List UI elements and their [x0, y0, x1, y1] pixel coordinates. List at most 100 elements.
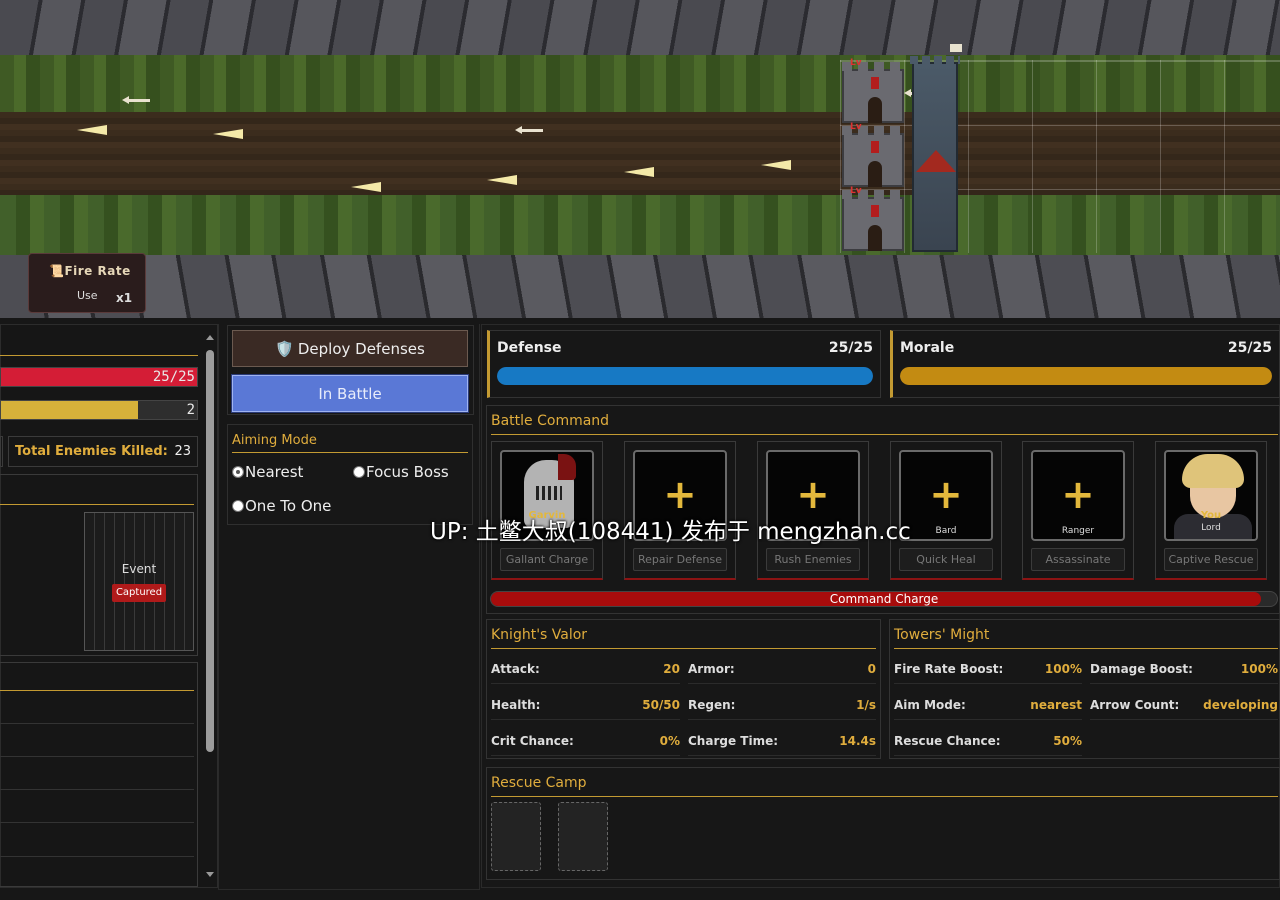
- defense-value: 25/25: [828, 340, 873, 356]
- hero-class: Bard: [935, 526, 957, 536]
- in-battle-button[interactable]: In Battle: [231, 374, 469, 413]
- health-bar: 25/25: [0, 367, 198, 387]
- morale-stat: Morale 25/25: [890, 330, 1280, 398]
- event-card-name: Event: [121, 562, 157, 576]
- divider: [0, 355, 198, 356]
- powerup-title: Fire Rate: [64, 264, 131, 278]
- castle-tower[interactable]: Lv: [842, 186, 904, 251]
- stat-charge-time: Charge Time: 14.4s: [688, 726, 876, 756]
- stat-label: Fire Rate Boost:: [894, 661, 1004, 676]
- stat-label: Attack:: [491, 661, 540, 676]
- morale-label: Morale: [900, 340, 955, 356]
- flag-icon: [950, 44, 962, 52]
- list-row-divider: [0, 822, 194, 823]
- stat-value: 1/s: [856, 697, 876, 712]
- hero-class: Ranger: [1061, 526, 1095, 536]
- shield-icon: 🛡️: [275, 339, 294, 358]
- health-bar-text: 25/25: [152, 369, 195, 385]
- watermark: UP: 土鳖大叔(108441) 发布于 mengzhan.cc: [430, 519, 911, 545]
- hero-name: You: [1200, 510, 1222, 521]
- scroll-up-icon[interactable]: [206, 335, 214, 340]
- hero-card-bard[interactable]: + Bard Quick Heal: [890, 441, 1002, 580]
- castle-tower[interactable]: Lv: [842, 122, 904, 187]
- projectile: [487, 175, 517, 185]
- radio-dot-icon: [232, 500, 244, 512]
- in-battle-label: In Battle: [318, 384, 382, 403]
- command-charge-bar: Command Charge: [490, 591, 1278, 607]
- stat-arrow-count: Arrow Count: developing: [1090, 690, 1278, 720]
- stat-rescue-chance: Rescue Chance: 50%: [894, 726, 1082, 756]
- stone-wall-top: [0, 0, 1280, 60]
- rush-enemies-button[interactable]: Rush Enemies: [766, 548, 860, 571]
- stat-attack: Attack: 20: [491, 654, 680, 684]
- enemies-killed-label: Total Enemies Killed:: [15, 444, 168, 459]
- hero-portrait: You Lord: [1164, 450, 1258, 541]
- projectile: [77, 125, 107, 135]
- stat-cell: [0, 436, 3, 467]
- projectile: [761, 160, 791, 170]
- gold-bar-fill: [1, 401, 139, 419]
- enemies-killed-stat: Total Enemies Killed: 23: [8, 436, 198, 467]
- hero-card-garvin[interactable]: Garvin Gallant Charge: [491, 441, 603, 580]
- divider: [491, 648, 876, 649]
- stat-label: Crit Chance:: [491, 733, 574, 748]
- radio-dot-icon: [232, 466, 244, 478]
- deploy-defenses-button[interactable]: 🛡️ Deploy Defenses: [232, 330, 468, 367]
- list-row-divider: [0, 789, 194, 790]
- powerup-count: x1: [116, 291, 133, 305]
- battle-command-title: Battle Command: [491, 413, 610, 429]
- gold-bar: 2: [0, 400, 198, 420]
- defense-bar-fill: [497, 367, 873, 385]
- stat-fire-rate-boost: Fire Rate Boost: 100%: [894, 654, 1082, 684]
- scrollbar-thumb[interactable]: [206, 350, 214, 752]
- stat-value: 0: [867, 661, 876, 676]
- rescue-slot[interactable]: [558, 802, 608, 871]
- stat-label: Charge Time:: [688, 733, 779, 748]
- fire-rate-powerup[interactable]: 📜Fire Rate Use x1: [28, 253, 146, 313]
- radio-one-to-one[interactable]: One To One: [232, 497, 331, 515]
- captive-rescue-button[interactable]: Captive Rescue: [1164, 548, 1258, 571]
- stat-armor: Armor: 0: [688, 654, 876, 684]
- rescue-slot[interactable]: [491, 802, 541, 871]
- stat-value: 50%: [1053, 733, 1082, 748]
- list-row-divider: [0, 756, 194, 757]
- gallant-charge-button[interactable]: Gallant Charge: [500, 548, 594, 571]
- status-badge: Captured: [112, 584, 166, 602]
- deploy-defenses-label: Deploy Defenses: [297, 339, 425, 358]
- assassinate-button[interactable]: Assassinate: [1031, 548, 1125, 571]
- hero-portrait: + Bard: [899, 450, 993, 541]
- list-row-divider: [0, 856, 194, 857]
- quick-heal-button[interactable]: Quick Heal: [899, 548, 993, 571]
- enemies-killed-value: 23: [174, 444, 191, 459]
- stat-label: Aim Mode:: [894, 697, 966, 712]
- divider: [491, 434, 1278, 435]
- plus-icon: +: [1061, 472, 1095, 518]
- stat-crit-chance: Crit Chance: 0%: [491, 726, 680, 756]
- stat-aim-mode: Aim Mode: nearest: [894, 690, 1082, 720]
- hero-card-ranger[interactable]: + Ranger Assassinate: [1022, 441, 1134, 580]
- stat-health: Health: 50/50: [491, 690, 680, 720]
- hero-card-empty[interactable]: + Repair Defense: [624, 441, 736, 580]
- scroll-icon: 📜: [49, 264, 65, 278]
- arrow: [122, 96, 150, 104]
- battlefield: Lv Lv Lv 📜Fire Rate Use x1: [0, 0, 1280, 318]
- stat-value: 20: [663, 661, 680, 676]
- towers-might-title: Towers' Might: [894, 627, 990, 643]
- hero-portrait: + Ranger: [1031, 450, 1125, 541]
- stat-value: 0%: [659, 733, 680, 748]
- projectile: [351, 182, 381, 192]
- use-button[interactable]: Use: [77, 289, 98, 302]
- scroll-down-icon[interactable]: [206, 872, 214, 877]
- stat-label: Damage Boost:: [1090, 661, 1193, 676]
- radio-focus-boss[interactable]: Focus Boss: [353, 463, 449, 481]
- stat-label: Armor:: [688, 661, 735, 676]
- plume-icon: [558, 454, 576, 480]
- radio-nearest[interactable]: Nearest: [232, 463, 303, 481]
- repair-defense-button[interactable]: Repair Defense: [633, 548, 727, 571]
- castle-tower[interactable]: Lv: [842, 58, 904, 123]
- hero-card-empty[interactable]: + Rush Enemies: [757, 441, 869, 580]
- event-card[interactable]: Event Captured: [84, 512, 194, 651]
- stat-value: 100%: [1240, 661, 1278, 676]
- stat-label: Regen:: [688, 697, 736, 712]
- hero-card-lord[interactable]: You Lord Captive Rescue: [1155, 441, 1267, 580]
